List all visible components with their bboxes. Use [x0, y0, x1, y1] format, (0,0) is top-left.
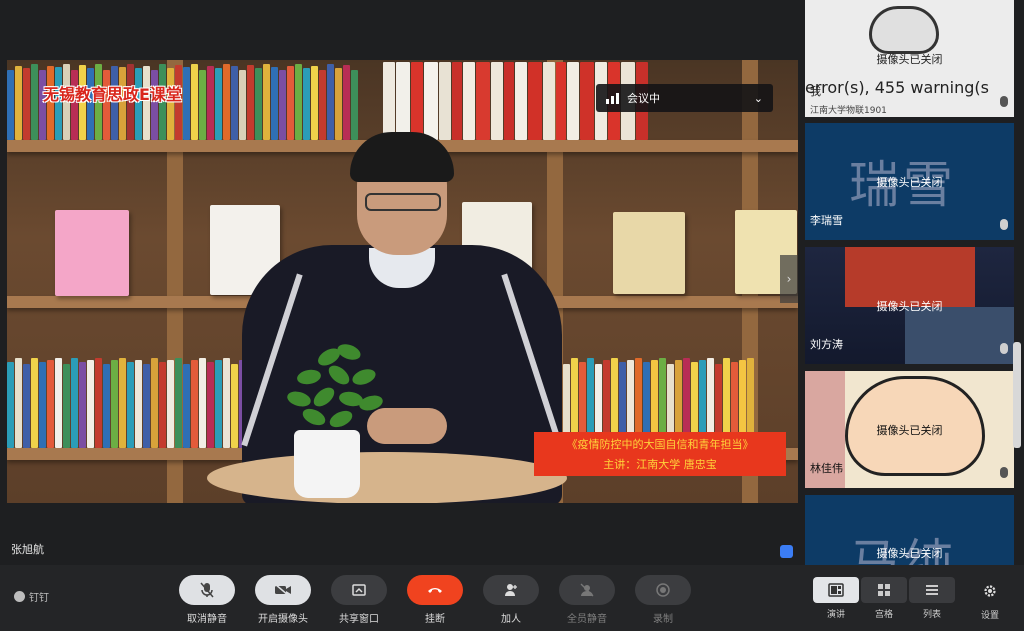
- share-window-button-body: [331, 575, 387, 605]
- grid-view-button[interactable]: 宫格: [861, 577, 907, 620]
- chevron-right-icon: ›: [786, 272, 792, 286]
- channel-logo-text: 无锡教育思政E课堂: [43, 85, 182, 104]
- pin-icon: [14, 591, 25, 602]
- participant-name: 李瑞雪: [810, 214, 843, 227]
- settings-button[interactable]: 设置: [978, 583, 1002, 621]
- settings-label: 设置: [980, 611, 999, 621]
- camera-off-label: 摄像头已关闭: [876, 299, 943, 313]
- chevron-down-icon: ⌄: [753, 91, 763, 105]
- list-layout-icon: [926, 585, 938, 595]
- participant-tile[interactable]: 摄像头已关闭 刘方涛: [805, 247, 1014, 364]
- mute-all-icon: [580, 583, 594, 597]
- join-label: 加人: [501, 614, 521, 625]
- pin-button[interactable]: 钉钉: [14, 589, 49, 604]
- lecture-banner: 《疫情防控中的大国自信和青年担当》 主讲：江南大学 唐忠宝: [534, 432, 786, 476]
- speaker-view-button[interactable]: 演讲: [813, 577, 859, 620]
- pin-label: 钉钉: [29, 593, 49, 604]
- camera-off-label: 摄像头已关闭: [876, 423, 943, 437]
- book-cover: [613, 212, 685, 294]
- speaking-indicator-icon: [780, 545, 793, 558]
- participant-list[interactable]: error(s), 455 warning(s 摄像头已关闭 我 江南大学物联1…: [805, 0, 1014, 565]
- participant-tile[interactable]: error(s), 455 warning(s 摄像头已关闭 我 江南大学物联1…: [805, 0, 1014, 117]
- potted-plant: [277, 340, 387, 440]
- participant-tile[interactable]: 摄像头已关闭 林佳伟: [805, 371, 1014, 488]
- hangup-label: 挂断: [425, 614, 445, 625]
- participant-background-text: error(s), 455 warning(s: [805, 78, 989, 97]
- avatar: [869, 6, 939, 54]
- participant-name: 我: [810, 85, 821, 98]
- add-user-icon: [505, 584, 517, 596]
- meeting-window: 无锡教育思政E课堂 《疫情防控中的大国自信和青年担当》 主讲：江南大学 唐忠宝 …: [0, 0, 1024, 631]
- camera-off-label: 摄像头已关闭: [876, 52, 943, 66]
- record-icon: [656, 583, 670, 597]
- camera-label: 开启摄像头: [258, 614, 308, 625]
- speaker-view-label: 演讲: [826, 610, 845, 620]
- signal-bars-icon: [606, 92, 619, 104]
- meeting-status-text: 会议中: [627, 92, 660, 105]
- participant-tile[interactable]: 马纯 摄像头已关闭: [805, 495, 1014, 565]
- mic-muted-icon: [1000, 219, 1008, 230]
- mic-muted-icon: [1000, 343, 1008, 354]
- start-camera-button[interactable]: 开启摄像头: [254, 575, 312, 625]
- speaker-layout-icon: [828, 583, 844, 597]
- participant-video-thumb: [905, 307, 1014, 364]
- grid-view-box: [861, 577, 907, 603]
- start-camera-button-body: [255, 575, 311, 605]
- participant-name: 林佳伟: [810, 462, 843, 475]
- unmute-button-body: [179, 575, 235, 605]
- record-button-body: [635, 575, 691, 605]
- grid-view-label: 宫格: [874, 610, 893, 620]
- main-video[interactable]: 无锡教育思政E课堂 《疫情防控中的大国自信和青年担当》 主讲：江南大学 唐忠宝: [7, 60, 798, 503]
- speaker-view-box: [813, 577, 859, 603]
- unmute-label: 取消静音: [187, 614, 227, 625]
- view-mode-group: 演讲 宫格 列表: [813, 577, 955, 620]
- record-label: 录制: [653, 614, 673, 625]
- add-people-button[interactable]: 加人: [482, 575, 540, 625]
- lecture-title: 《疫情防控中的大国自信和青年担当》: [566, 438, 754, 451]
- share-window-button[interactable]: 共享窗口: [330, 575, 388, 625]
- mic-off-icon: [200, 582, 214, 598]
- mute-all-button[interactable]: 全员静音: [558, 575, 616, 625]
- mute-all-label: 全员静音: [567, 614, 607, 625]
- book-cover: [55, 210, 129, 296]
- camera-off-icon: [274, 584, 291, 596]
- list-view-label: 列表: [922, 610, 941, 620]
- meeting-status-dropdown[interactable]: 会议中 ⌄: [596, 84, 773, 112]
- lecture-speaker: 主讲：江南大学 唐忠宝: [603, 458, 717, 471]
- add-people-button-body: [483, 575, 539, 605]
- list-view-button[interactable]: 列表: [909, 577, 955, 620]
- camera-off-label: 摄像头已关闭: [876, 547, 943, 560]
- grid-layout-icon: [878, 584, 890, 596]
- glasses: [365, 193, 441, 211]
- participant-name: 刘方涛: [810, 338, 843, 351]
- participant-subtitle: 江南大学物联1901: [810, 106, 887, 116]
- hang-up-button[interactable]: 挂断: [406, 575, 464, 625]
- gear-icon: [984, 585, 996, 597]
- speaker-name: 张旭航: [11, 543, 44, 556]
- book-row: [7, 356, 246, 448]
- participant-list-scrollbar[interactable]: [1013, 342, 1021, 448]
- participant-tile[interactable]: 瑞雪 摄像头已关闭 李瑞雪: [805, 123, 1014, 240]
- mic-muted-icon: [1000, 467, 1008, 478]
- share-screen-icon: [352, 584, 366, 596]
- phone-hangup-icon: [428, 588, 442, 593]
- record-button[interactable]: 录制: [634, 575, 692, 625]
- round-table: [207, 452, 567, 503]
- collapse-sidebar-arrow[interactable]: ›: [780, 255, 798, 303]
- mic-muted-icon: [1000, 96, 1008, 107]
- camera-off-label: 摄像头已关闭: [876, 175, 943, 189]
- share-label: 共享窗口: [339, 614, 379, 625]
- unmute-button[interactable]: 取消静音: [178, 575, 236, 625]
- list-view-box: [909, 577, 955, 603]
- plant-pot: [294, 430, 360, 498]
- hang-up-button-body: [407, 575, 463, 605]
- mute-all-button-body: [559, 575, 615, 605]
